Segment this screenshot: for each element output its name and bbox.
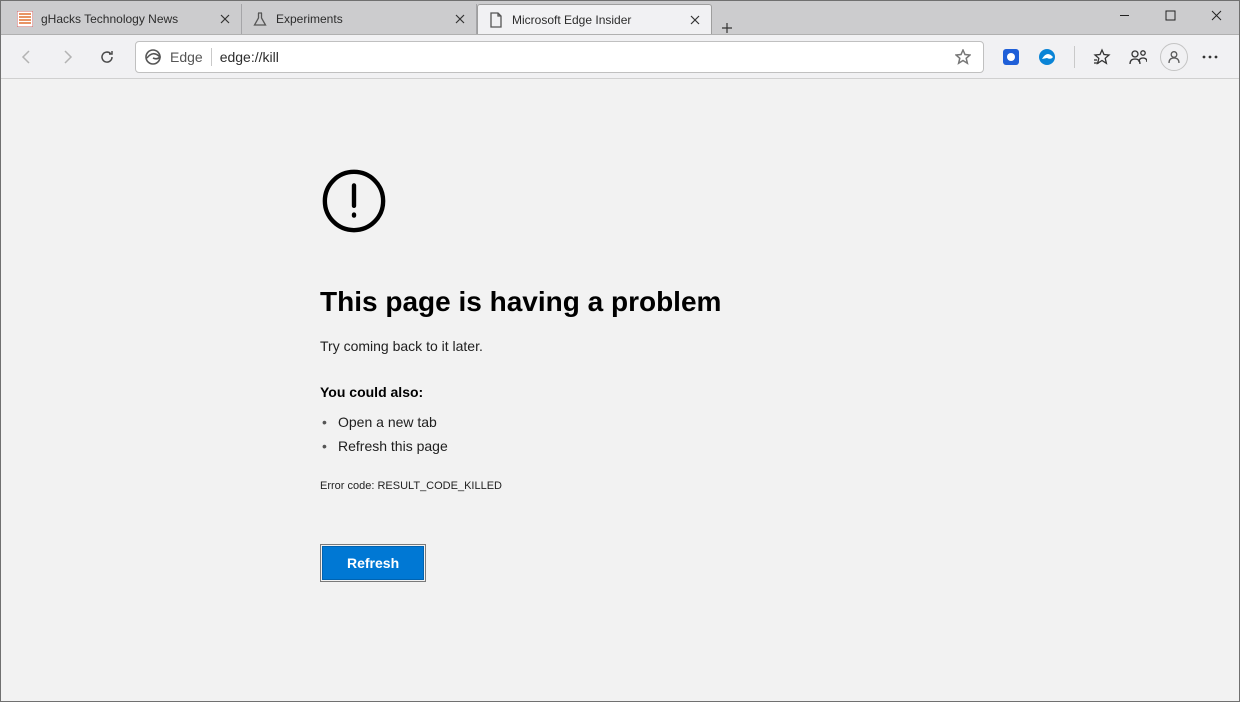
error-card: This page is having a problem Try coming… (320, 167, 920, 701)
error-subtitle: Try coming back to it later. (320, 338, 920, 354)
favorite-star-icon[interactable] (951, 45, 975, 69)
tab-label: Microsoft Edge Insider (512, 13, 679, 27)
refresh-button[interactable]: Refresh (323, 547, 423, 579)
toolbar-divider (1074, 46, 1075, 68)
refresh-toolbar-button[interactable] (89, 41, 125, 73)
page-error-icon (488, 12, 504, 28)
address-url: edge://kill (220, 49, 943, 65)
error-code-label: Error code: (320, 480, 374, 492)
back-button[interactable] (9, 41, 45, 73)
minimize-button[interactable] (1101, 1, 1147, 29)
tab-edge-insider[interactable]: Microsoft Edge Insider (477, 4, 712, 34)
forward-button[interactable] (49, 41, 85, 73)
tab-strip: gHacks Technology News Experiments Micro… (1, 1, 742, 34)
settings-menu-button[interactable] (1193, 41, 1227, 73)
toolbar: Edge edge://kill (1, 35, 1239, 79)
ghacks-favicon (17, 11, 33, 27)
maximize-button[interactable] (1147, 1, 1193, 29)
tab-experiments[interactable]: Experiments (242, 4, 477, 34)
address-origin: Edge (170, 49, 203, 65)
tab-label: gHacks Technology News (41, 12, 209, 26)
close-window-button[interactable] (1193, 1, 1239, 29)
alert-icon (320, 167, 920, 240)
edge-logo-icon (144, 48, 162, 66)
address-bar[interactable]: Edge edge://kill (135, 41, 984, 73)
extension-camera-icon[interactable] (994, 41, 1028, 73)
profile-button[interactable] (1157, 41, 1191, 73)
close-icon[interactable] (687, 12, 703, 28)
list-item: Open a new tab (320, 410, 920, 434)
favorites-button[interactable] (1085, 41, 1119, 73)
tab-ghacks[interactable]: gHacks Technology News (7, 4, 242, 34)
page-content: This page is having a problem Try coming… (1, 79, 1239, 701)
window-controls (1101, 1, 1239, 29)
error-code: Error code: RESULT_CODE_KILLED (320, 480, 920, 492)
feedback-button[interactable] (1121, 41, 1155, 73)
close-icon[interactable] (217, 11, 233, 27)
list-item: Refresh this page (320, 434, 920, 458)
error-code-value: RESULT_CODE_KILLED (377, 480, 502, 492)
new-tab-button[interactable] (712, 22, 742, 34)
extension-edge-icon[interactable] (1030, 41, 1064, 73)
could-also-label: You could also: (320, 384, 920, 400)
suggestions-list: Open a new tab Refresh this page (320, 410, 920, 458)
address-separator (211, 48, 212, 66)
extensions-area (994, 41, 1231, 73)
titlebar: gHacks Technology News Experiments Micro… (1, 1, 1239, 35)
close-icon[interactable] (452, 11, 468, 27)
tab-label: Experiments (276, 12, 444, 26)
flask-icon (252, 11, 268, 27)
error-heading: This page is having a problem (320, 286, 920, 318)
refresh-button-focus-ring: Refresh (320, 544, 426, 582)
